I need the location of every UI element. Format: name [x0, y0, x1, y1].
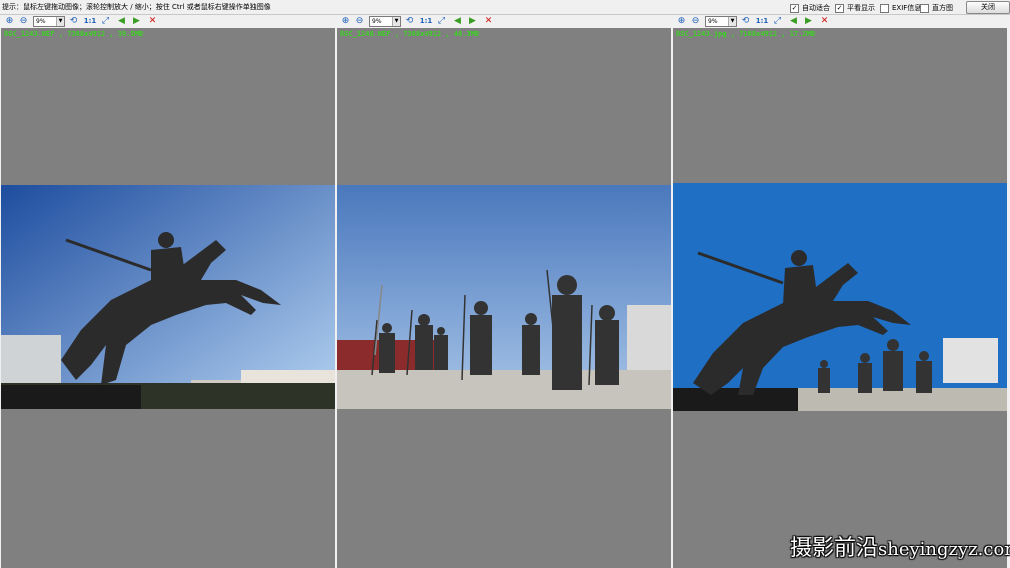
- zoom-select[interactable]: 9% ▼: [369, 16, 401, 27]
- actual-size-button[interactable]: 1:1: [755, 16, 769, 27]
- top-bar: 提示：鼠标左键拖动图像；滚轮控制放大 / 缩小；按住 Ctrl 或者鼠标右键操作…: [0, 0, 1010, 15]
- zoom-select[interactable]: 9% ▼: [33, 16, 65, 27]
- image-pane-1[interactable]: ⊕ ⊖ 9% ▼ ⟲ 1:1 ⤢ ◀ ▶ ✕ DSC_1243.NEF , 736…: [1, 15, 335, 568]
- previous-icon[interactable]: ◀: [788, 16, 799, 27]
- zoom-in-icon[interactable]: ⊕: [340, 16, 351, 27]
- rotate-icon[interactable]: ⟲: [740, 16, 751, 27]
- fit-screen-icon[interactable]: ⤢: [100, 16, 111, 27]
- zoom-select[interactable]: 9% ▼: [705, 16, 737, 27]
- zoom-out-icon[interactable]: ⊖: [690, 16, 701, 27]
- file-info: DSC_1246.NEF , 7360x4912 , 40.3MB: [340, 30, 480, 38]
- checkbox-icon[interactable]: [880, 3, 889, 13]
- fit-screen-icon[interactable]: ⤢: [772, 16, 783, 27]
- file-info: DSC_1243.jpg , 7168x4912 , 17.2MB: [676, 30, 816, 38]
- checkbox-icon[interactable]: ✓: [835, 3, 844, 13]
- chevron-down-icon: ▼: [56, 17, 64, 26]
- pane-toolbar: ⊕ ⊖ 9% ▼ ⟲ 1:1 ⤢ ◀ ▶ ✕: [673, 15, 1007, 28]
- checkbox-icon[interactable]: [920, 3, 929, 13]
- previous-icon[interactable]: ◀: [116, 16, 127, 27]
- zoom-out-icon[interactable]: ⊖: [18, 16, 29, 27]
- option-exif[interactable]: EXIF信息: [880, 3, 921, 13]
- option-label: 自动适合: [802, 4, 830, 12]
- watermark-cn: 摄影前沿: [790, 536, 879, 561]
- hint-text: 提示：鼠标左键拖动图像；滚轮控制放大 / 缩小；按住 Ctrl 或者鼠标右键操作…: [2, 3, 271, 11]
- watermark: 摄影前沿sheyingzyz.com: [790, 530, 1010, 562]
- image-pane-2[interactable]: ⊕ ⊖ 9% ▼ ⟲ 1:1 ⤢ ◀ ▶ ✕ DSC_1246.NEF , 736…: [337, 15, 671, 568]
- watermark-en: sheyingzyz.com: [878, 539, 1010, 560]
- photo-image: [673, 183, 1007, 411]
- option-label: EXIF信息: [892, 4, 922, 12]
- close-icon[interactable]: ✕: [483, 16, 494, 27]
- rotate-icon[interactable]: ⟲: [68, 16, 79, 27]
- option-histogram[interactable]: 直方图: [920, 3, 953, 13]
- next-icon[interactable]: ▶: [803, 16, 814, 27]
- option-flat-view[interactable]: ✓ 平看显示: [835, 3, 875, 13]
- next-icon[interactable]: ▶: [467, 16, 478, 27]
- photo-image: [1, 185, 335, 409]
- pane-toolbar: ⊕ ⊖ 9% ▼ ⟲ 1:1 ⤢ ◀ ▶ ✕: [1, 15, 335, 28]
- zoom-out-icon[interactable]: ⊖: [354, 16, 365, 27]
- actual-size-button[interactable]: 1:1: [419, 16, 433, 27]
- close-icon[interactable]: ✕: [147, 16, 158, 27]
- pane-toolbar: ⊕ ⊖ 9% ▼ ⟲ 1:1 ⤢ ◀ ▶ ✕: [337, 15, 671, 28]
- next-icon[interactable]: ▶: [131, 16, 142, 27]
- zoom-in-icon[interactable]: ⊕: [676, 16, 687, 27]
- previous-icon[interactable]: ◀: [452, 16, 463, 27]
- chevron-down-icon: ▼: [728, 17, 736, 26]
- file-info: DSC_1243.NEF , 7360x4912 , 39.5MB: [4, 30, 144, 38]
- chevron-down-icon: ▼: [392, 17, 400, 26]
- actual-size-button[interactable]: 1:1: [83, 16, 97, 27]
- option-auto-fit[interactable]: ✓ 自动适合: [790, 3, 830, 13]
- close-button[interactable]: 关闭: [966, 1, 1010, 14]
- rotate-icon[interactable]: ⟲: [404, 16, 415, 27]
- close-icon[interactable]: ✕: [819, 16, 830, 27]
- fit-screen-icon[interactable]: ⤢: [436, 16, 447, 27]
- zoom-in-icon[interactable]: ⊕: [4, 16, 15, 27]
- checkbox-icon[interactable]: ✓: [790, 3, 799, 13]
- option-label: 平看显示: [847, 4, 875, 12]
- photo-image: [337, 185, 671, 409]
- image-pane-3[interactable]: ⊕ ⊖ 9% ▼ ⟲ 1:1 ⤢ ◀ ▶ ✕ DSC_1243.jpg , 716…: [673, 15, 1007, 568]
- option-label: 直方图: [932, 4, 953, 12]
